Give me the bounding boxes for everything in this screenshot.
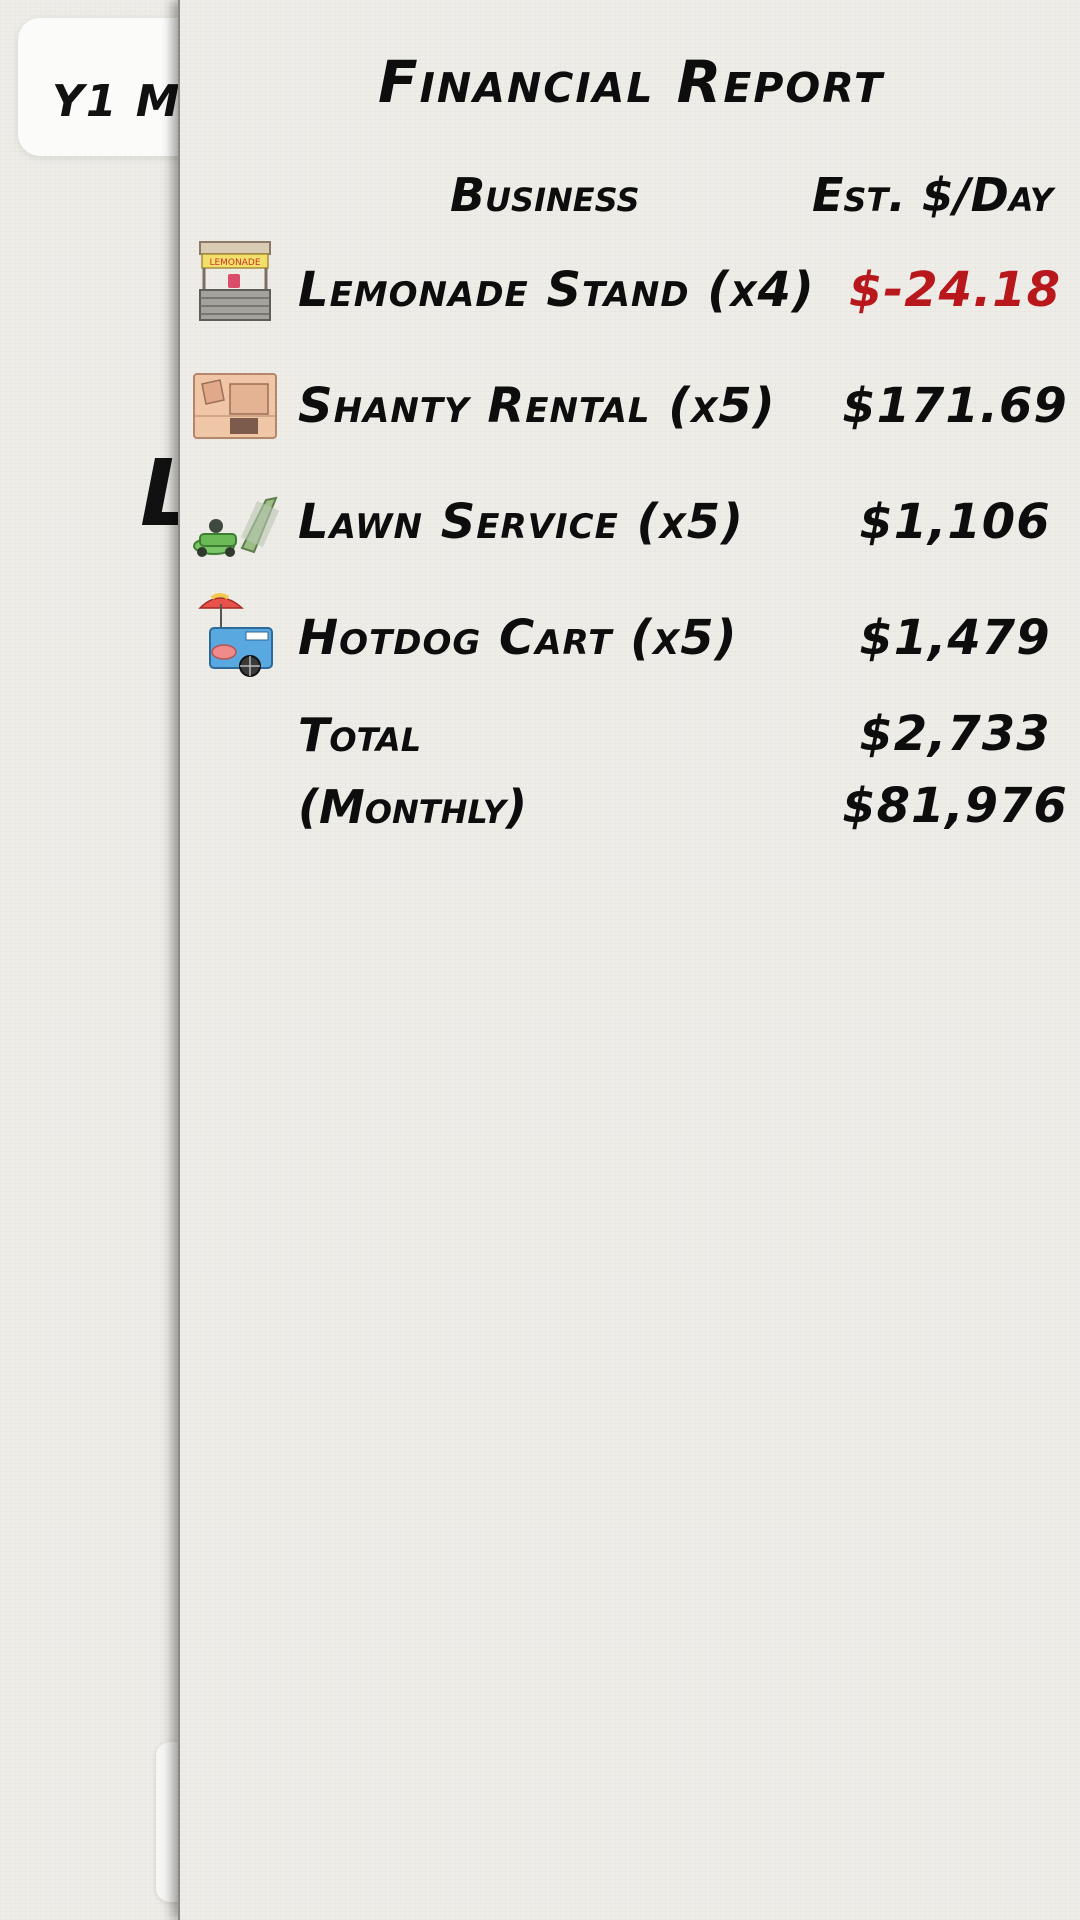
business-value-hotdog-cart: $1,479	[859, 610, 1051, 666]
column-header-est-per-day: Est. $/Day	[812, 168, 1054, 222]
column-header-business: Business	[450, 168, 640, 222]
total-label: Total	[298, 708, 422, 762]
business-value-lemonade-stand: $-24.18	[848, 262, 1062, 318]
business-name-lawn-service: Lawn Service (x5)	[298, 494, 745, 550]
business-name-shanty-rental: Shanty Rental (x5)	[298, 378, 776, 434]
hotdog-cart-icon	[198, 593, 273, 677]
monthly-value: $81,976	[842, 778, 1068, 834]
shanty-rental-icon	[193, 373, 277, 439]
financial-report-panel: Financial Report Business Est. $/Day LEM…	[178, 0, 1080, 1920]
lawn-mower-icon	[193, 496, 280, 557]
business-name-lemonade-stand: Lemonade Stand (x4)	[298, 262, 815, 318]
business-value-lawn-service: $1,106	[859, 494, 1051, 550]
monthly-label: (Monthly)	[298, 780, 527, 834]
total-value: $2,733	[859, 706, 1051, 762]
report-title: Financial Report	[378, 48, 884, 116]
lemonade-stand-icon: LEMONADE	[199, 241, 271, 321]
svg-text:LEMONADE: LEMONADE	[209, 258, 260, 268]
business-name-hotdog-cart: Hotdog Cart (x5)	[298, 610, 738, 666]
business-value-shanty-rental: $171.69	[842, 378, 1068, 434]
